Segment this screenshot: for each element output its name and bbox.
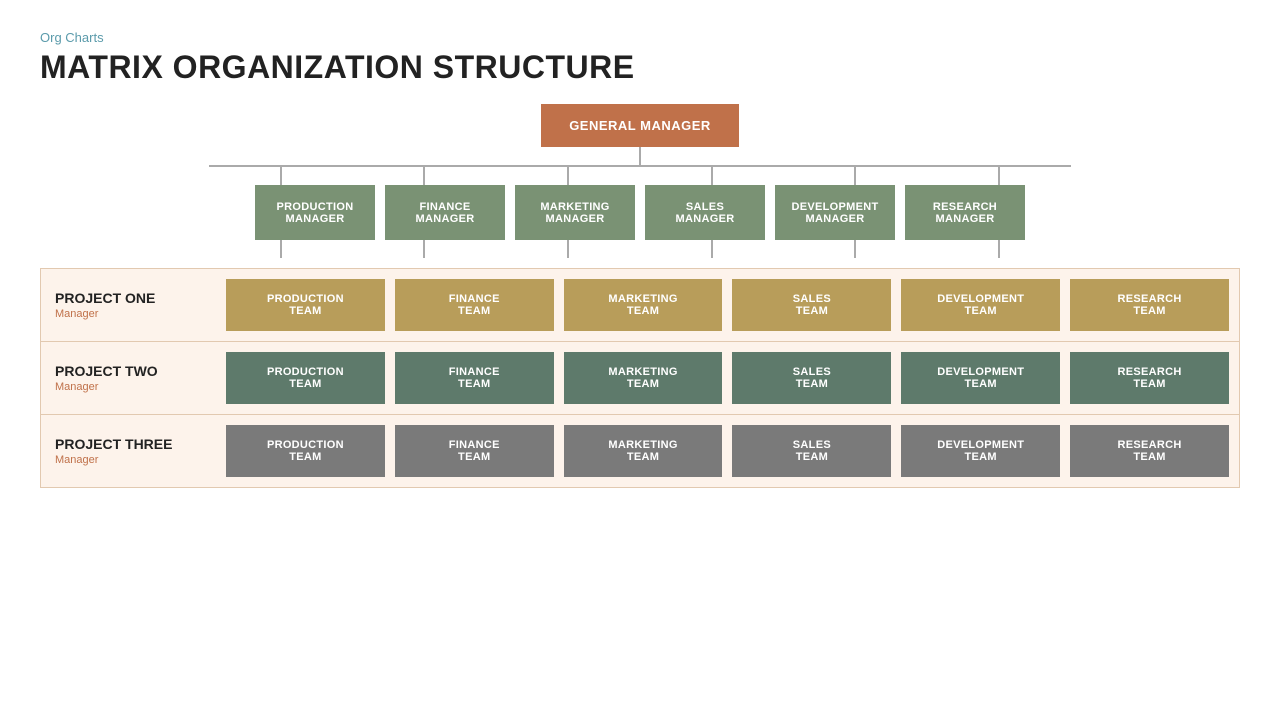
- mgr-tick-4: [711, 240, 713, 258]
- project-three-label: PROJECT THREE Manager: [41, 415, 216, 487]
- mgr-to-project-connectors: [209, 240, 1071, 258]
- tick-6: [998, 167, 1000, 185]
- manager-box-sales: SALESMANAGER: [645, 185, 765, 240]
- p2-marketing-team: MARKETINGTEAM: [564, 352, 723, 404]
- subtitle: Org Charts: [40, 30, 1240, 45]
- tick-5: [854, 167, 856, 185]
- p3-marketing-team: MARKETINGTEAM: [564, 425, 723, 477]
- project-two-label: PROJECT TWO Manager: [41, 342, 216, 414]
- p1-production-team: PRODUCTIONTEAM: [226, 279, 385, 331]
- page: Org Charts MATRIX ORGANIZATION STRUCTURE…: [0, 0, 1280, 720]
- project-one-name: PROJECT ONE: [55, 290, 202, 306]
- manager-box-finance: FINANCEMANAGER: [385, 185, 505, 240]
- manager-box-development: DEVELOPMENTMANAGER: [775, 185, 895, 240]
- project-one-label: PROJECT ONE Manager: [41, 269, 216, 341]
- project-three-manager: Manager: [55, 454, 202, 466]
- p1-marketing-team: MARKETINGTEAM: [564, 279, 723, 331]
- p1-development-team: DEVELOPMENTTEAM: [901, 279, 1060, 331]
- project-one-teams: PRODUCTIONTEAM FINANCETEAM MARKETINGTEAM…: [216, 269, 1239, 341]
- project-row-three: PROJECT THREE Manager PRODUCTIONTEAM FIN…: [40, 415, 1240, 488]
- p2-development-team: DEVELOPMENTTEAM: [901, 352, 1060, 404]
- manager-box-production: PRODUCTIONMANAGER: [255, 185, 375, 240]
- p2-sales-team: SALESTEAM: [732, 352, 891, 404]
- chart-area: GENERAL MANAGER PRODUCTIONMANAGER FINANC…: [40, 104, 1240, 700]
- project-two-teams: PRODUCTIONTEAM FINANCETEAM MARKETINGTEAM…: [216, 342, 1239, 414]
- project-one-manager: Manager: [55, 308, 202, 320]
- tick-1: [280, 167, 282, 185]
- tick-4: [711, 167, 713, 185]
- managers-row: PRODUCTIONMANAGER FINANCEMANAGER MARKETI…: [255, 185, 1025, 240]
- tick-3: [567, 167, 569, 185]
- p2-production-team: PRODUCTIONTEAM: [226, 352, 385, 404]
- manager-box-marketing: MARKETINGMANAGER: [515, 185, 635, 240]
- project-three-name: PROJECT THREE: [55, 436, 202, 452]
- top-horiz-connector: [209, 165, 1071, 167]
- p2-research-team: RESEARCHTEAM: [1070, 352, 1229, 404]
- p3-finance-team: FINANCETEAM: [395, 425, 554, 477]
- manager-box-research: RESEARCHMANAGER: [905, 185, 1025, 240]
- mgr-tick-2: [423, 240, 425, 258]
- project-two-manager: Manager: [55, 381, 202, 393]
- p1-sales-team: SALESTEAM: [732, 279, 891, 331]
- p3-development-team: DEVELOPMENTTEAM: [901, 425, 1060, 477]
- projects-area: PROJECT ONE Manager PRODUCTIONTEAM FINAN…: [40, 268, 1240, 488]
- p3-production-team: PRODUCTIONTEAM: [226, 425, 385, 477]
- project-two-name: PROJECT TWO: [55, 363, 202, 379]
- tick-2: [423, 167, 425, 185]
- mgr-tick-3: [567, 240, 569, 258]
- gm-row: GENERAL MANAGER: [541, 104, 739, 147]
- p1-research-team: RESEARCHTEAM: [1070, 279, 1229, 331]
- p3-sales-team: SALESTEAM: [732, 425, 891, 477]
- project-row-one: PROJECT ONE Manager PRODUCTIONTEAM FINAN…: [40, 268, 1240, 342]
- mgr-tick-5: [854, 240, 856, 258]
- project-row-two: PROJECT TWO Manager PRODUCTIONTEAM FINAN…: [40, 342, 1240, 415]
- project-three-teams: PRODUCTIONTEAM FINANCETEAM MARKETINGTEAM…: [216, 415, 1239, 487]
- main-title: MATRIX ORGANIZATION STRUCTURE: [40, 49, 1240, 86]
- p3-research-team: RESEARCHTEAM: [1070, 425, 1229, 477]
- gm-vert-connector: [639, 147, 641, 165]
- manager-tick-connectors: [209, 167, 1071, 185]
- p2-finance-team: FINANCETEAM: [395, 352, 554, 404]
- header: Org Charts MATRIX ORGANIZATION STRUCTURE: [40, 30, 1240, 86]
- p1-finance-team: FINANCETEAM: [395, 279, 554, 331]
- mgr-tick-6: [998, 240, 1000, 258]
- general-manager-box: GENERAL MANAGER: [541, 104, 739, 147]
- mgr-tick-1: [280, 240, 282, 258]
